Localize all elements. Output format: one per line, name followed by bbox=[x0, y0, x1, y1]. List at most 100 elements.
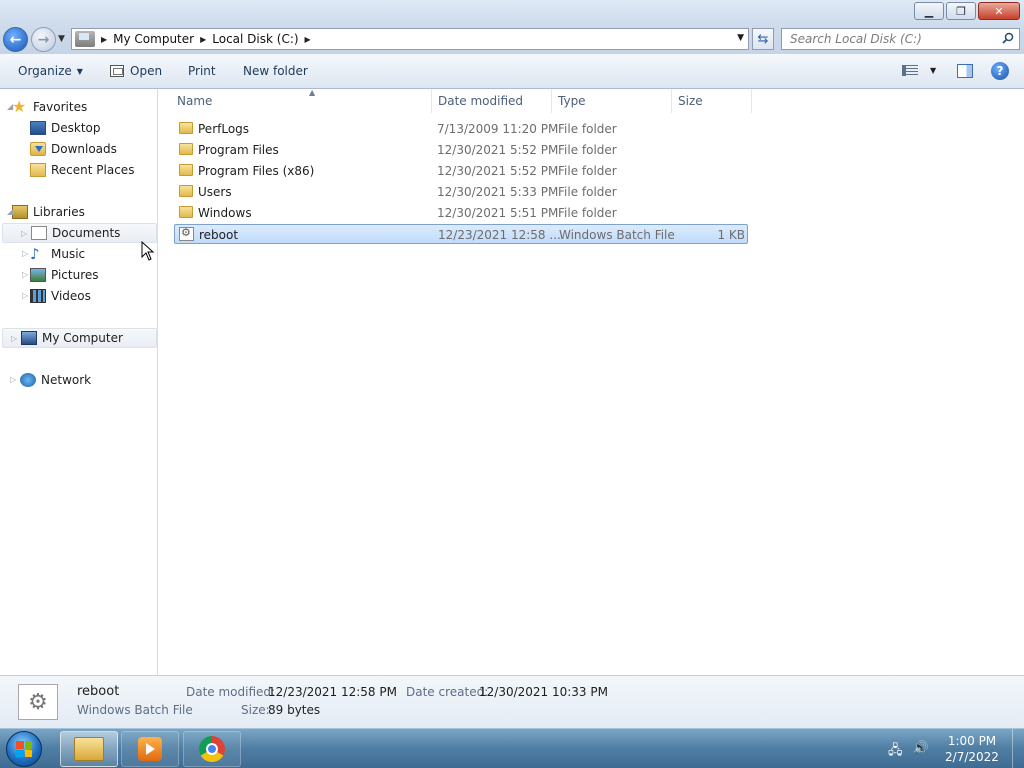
expand-arrow-icon[interactable]: ▷ bbox=[11, 334, 17, 343]
expand-arrow-icon[interactable]: ▷ bbox=[10, 375, 16, 384]
computer-icon bbox=[21, 331, 37, 345]
nav-favorites-label: Favorites bbox=[33, 100, 88, 114]
nav-music[interactable]: ▷ ♪ Music bbox=[22, 244, 85, 264]
file-row[interactable]: Windows 12/30/2021 5:51 PM File folder bbox=[174, 203, 748, 223]
show-desktop-button[interactable] bbox=[1012, 729, 1024, 768]
taskbar-media-player[interactable] bbox=[121, 731, 179, 767]
expand-arrow-icon[interactable]: ◢ bbox=[7, 207, 13, 216]
file-date: 12/30/2021 5:52 PM bbox=[437, 164, 559, 178]
folder-icon bbox=[179, 164, 193, 176]
minimize-button[interactable]: ▁ bbox=[914, 2, 944, 20]
breadcrumb-my-computer[interactable]: My Computer bbox=[113, 32, 194, 46]
expand-arrow-icon[interactable]: ▷ bbox=[22, 249, 28, 258]
navigation-pane: ◢ ★ Favorites Desktop Downloads Recent P… bbox=[0, 89, 158, 675]
file-name: reboot bbox=[199, 228, 239, 242]
column-header-size[interactable]: Size bbox=[672, 89, 752, 113]
clock[interactable]: 1:00 PM 2/7/2022 bbox=[940, 733, 1004, 765]
file-type: File folder bbox=[558, 122, 617, 136]
close-button[interactable]: ✕ bbox=[978, 2, 1020, 20]
column-date-label: Date modified bbox=[438, 94, 524, 108]
open-button[interactable]: Open bbox=[110, 64, 162, 78]
column-header-type[interactable]: Type bbox=[552, 89, 672, 113]
chrome-icon bbox=[199, 736, 225, 762]
taskbar-chrome[interactable] bbox=[183, 731, 241, 767]
nav-libraries[interactable]: ◢ Libraries bbox=[7, 202, 85, 222]
chevron-down-icon[interactable]: ▼ bbox=[930, 66, 936, 75]
organize-button[interactable]: Organize ▼ bbox=[18, 64, 83, 78]
column-header-name[interactable]: ▲ Name bbox=[171, 88, 432, 113]
details-size-label: Size: bbox=[241, 703, 270, 717]
file-name: Program Files (x86) bbox=[198, 164, 315, 178]
file-row[interactable]: PerfLogs 7/13/2009 11:20 PM File folder bbox=[174, 119, 748, 139]
search-icon[interactable] bbox=[1002, 32, 1014, 44]
chevron-right-icon[interactable]: ▶ bbox=[200, 35, 206, 44]
file-row[interactable]: Program Files 12/30/2021 5:52 PM File fo… bbox=[174, 140, 748, 160]
libraries-icon bbox=[12, 205, 28, 219]
preview-pane-icon[interactable] bbox=[957, 64, 973, 78]
nav-desktop[interactable]: Desktop bbox=[30, 118, 101, 138]
file-name: Program Files bbox=[198, 143, 279, 157]
column-size-label: Size bbox=[678, 94, 703, 108]
nav-documents[interactable]: ▷ Documents bbox=[2, 223, 157, 243]
nav-my-computer[interactable]: ▷ My Computer bbox=[2, 328, 157, 348]
new-folder-button[interactable]: New folder bbox=[243, 64, 308, 78]
change-view-button[interactable]: ▼ bbox=[902, 65, 936, 76]
file-date: 7/13/2009 11:20 PM bbox=[437, 122, 559, 136]
forward-button[interactable]: → bbox=[31, 27, 56, 52]
file-row[interactable]: Program Files (x86) 12/30/2021 5:52 PM F… bbox=[174, 161, 748, 181]
chevron-right-icon[interactable]: ▶ bbox=[305, 35, 311, 44]
details-date-modified: 12/23/2021 12:58 PM bbox=[268, 685, 397, 699]
print-button[interactable]: Print bbox=[188, 64, 216, 78]
command-bar: Organize ▼ Open Print New folder ▼ ? bbox=[0, 54, 1024, 89]
details-view-icon bbox=[902, 65, 918, 76]
help-icon[interactable]: ? bbox=[991, 62, 1009, 80]
clock-date: 2/7/2022 bbox=[945, 750, 999, 764]
network-icon bbox=[20, 373, 36, 387]
expand-arrow-icon[interactable]: ▷ bbox=[21, 229, 27, 238]
recent-pages-dropdown[interactable]: ▼ bbox=[58, 34, 65, 44]
nav-favorites[interactable]: ◢ ★ Favorites bbox=[7, 97, 88, 117]
nav-videos-label: Videos bbox=[51, 289, 91, 303]
breadcrumb-local-disk[interactable]: Local Disk (C:) bbox=[212, 32, 298, 46]
network-tray-icon[interactable]: 🖧 bbox=[888, 741, 903, 763]
file-row-selected[interactable]: reboot 12/23/2021 12:58 ... Windows Batc… bbox=[174, 224, 748, 244]
open-label: Open bbox=[130, 64, 163, 78]
details-size: 89 bytes bbox=[268, 703, 321, 717]
nav-network[interactable]: ▷ Network bbox=[10, 370, 92, 390]
file-type: File folder bbox=[558, 143, 617, 157]
nav-videos[interactable]: ▷ Videos bbox=[22, 286, 91, 306]
start-button[interactable] bbox=[6, 731, 42, 767]
address-bar[interactable]: ▶ My Computer ▶ Local Disk (C:) ▶ ▼ bbox=[71, 28, 749, 50]
address-dropdown[interactable]: ▼ bbox=[737, 33, 744, 43]
maximize-button[interactable]: ❐ bbox=[946, 2, 976, 20]
expand-arrow-icon[interactable]: ▷ bbox=[22, 291, 28, 300]
file-row[interactable]: Users 12/30/2021 5:33 PM File folder bbox=[174, 182, 748, 202]
file-thumbnail: ⚙ bbox=[18, 684, 58, 720]
taskbar-explorer[interactable] bbox=[60, 731, 118, 767]
new-folder-label: New folder bbox=[243, 64, 308, 78]
expand-arrow-icon[interactable]: ◢ bbox=[7, 102, 13, 111]
pictures-icon bbox=[30, 268, 46, 282]
refresh-button[interactable]: ⇆ bbox=[752, 28, 774, 50]
chevron-right-icon[interactable]: ▶ bbox=[101, 35, 107, 44]
file-date: 12/30/2021 5:52 PM bbox=[437, 143, 559, 157]
desktop-icon bbox=[30, 121, 46, 135]
expand-arrow-icon[interactable]: ▷ bbox=[22, 270, 28, 279]
taskbar: 🖧 🔊 1:00 PM 2/7/2022 bbox=[0, 728, 1024, 768]
file-size: 1 KB bbox=[717, 228, 745, 242]
nav-recent-places[interactable]: Recent Places bbox=[30, 160, 134, 180]
clock-time: 1:00 PM bbox=[947, 734, 997, 748]
nav-network-label: Network bbox=[41, 373, 92, 387]
sort-ascending-icon: ▲ bbox=[309, 88, 316, 97]
file-type: File folder bbox=[558, 185, 617, 199]
folder-icon bbox=[74, 737, 104, 761]
details-file-name: reboot bbox=[77, 684, 120, 699]
window-controls: ▁ ❐ ✕ bbox=[912, 2, 1020, 20]
nav-pictures[interactable]: ▷ Pictures bbox=[22, 265, 99, 285]
volume-icon[interactable]: 🔊 bbox=[913, 741, 929, 763]
column-header-date[interactable]: Date modified bbox=[432, 89, 552, 113]
search-input[interactable] bbox=[790, 32, 990, 46]
nav-downloads[interactable]: Downloads bbox=[30, 139, 117, 159]
back-button[interactable]: ← bbox=[3, 27, 28, 52]
search-box[interactable] bbox=[781, 28, 1020, 50]
